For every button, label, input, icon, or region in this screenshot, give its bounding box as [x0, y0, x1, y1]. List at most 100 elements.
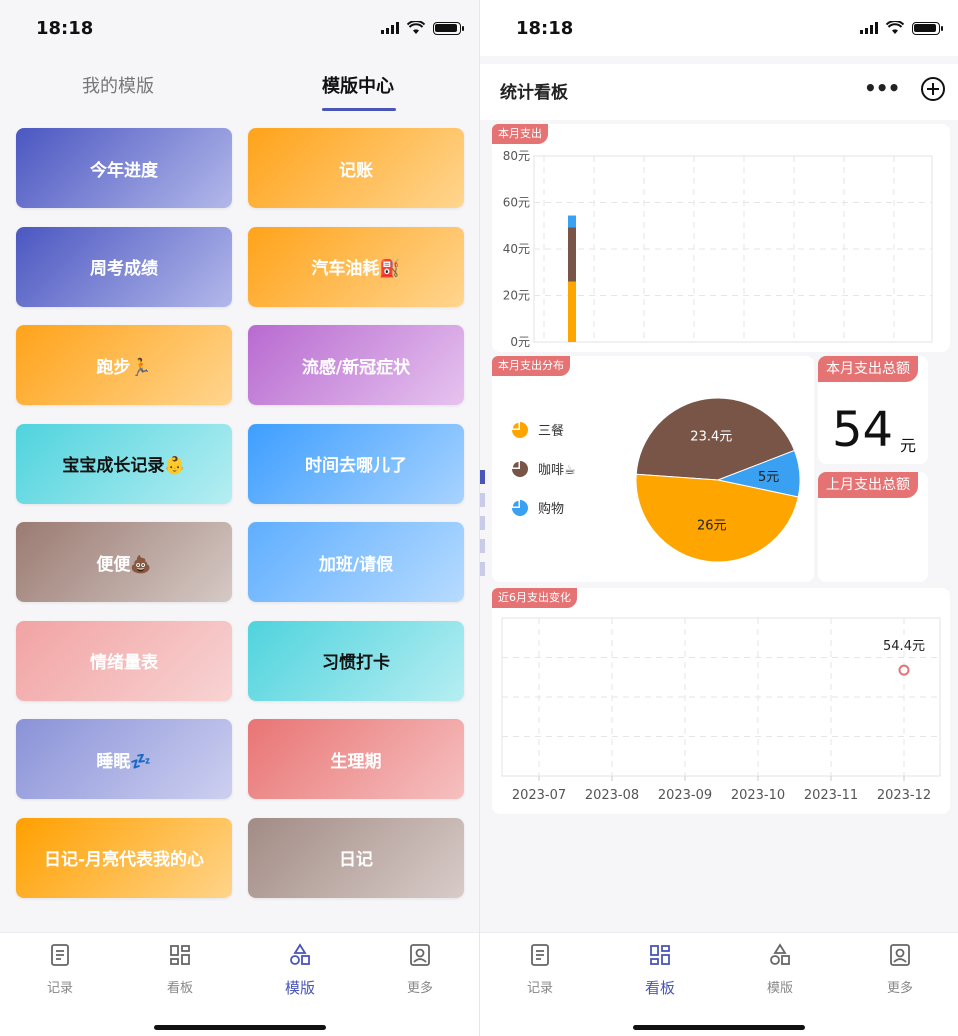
- template-card[interactable]: 加班/请假: [248, 522, 464, 602]
- shapes-icon: [770, 943, 790, 965]
- nav-template[interactable]: 模版: [260, 943, 340, 998]
- nav-board[interactable]: 看板: [620, 943, 700, 998]
- plot-frame: [501, 617, 941, 777]
- nav-template[interactable]: 模版: [740, 943, 820, 996]
- tab-my-templates[interactable]: 我的模版: [82, 72, 154, 98]
- distribution-pie-chart: 23.4元 5元 26元: [635, 397, 801, 563]
- template-tabs: 我的模版 模版中心: [0, 66, 479, 114]
- six-month-line-chart: 2023-07 2023-08 2023-09 2023-10 2023-11 2023-…: [501, 617, 941, 803]
- profile-icon: [410, 944, 430, 966]
- monthly-expense-tag: 本月支出: [492, 124, 548, 144]
- dashboard-screen: 18:18 统计看板 ••• 本月支出 0元 20元 40元 60元 80元 本月支出分…: [479, 0, 958, 1036]
- status-time-right: 18:18: [516, 18, 574, 39]
- monthly-expense-panel: 本月支出 0元 20元 40元 60元 80元: [492, 124, 950, 352]
- dashboard-icon: [650, 945, 670, 965]
- template-card[interactable]: 宝宝成长记录👶: [16, 423, 232, 504]
- template-screen: 18:18 我的模版 模版中心 今年进度 记账 周考成绩 汽车油耗⛽ 跑步🏃 流感/新冠症…: [0, 0, 479, 1036]
- status-bar-right: 18:18: [480, 0, 958, 56]
- record-icon: [51, 944, 69, 966]
- nav-record[interactable]: 记录: [500, 943, 580, 996]
- pie-slice-label: 26元: [697, 519, 727, 534]
- bar-segment: [568, 215, 576, 228]
- screenshot-root: 18:18 我的模版 模版中心 今年进度 记账 周考成绩 汽车油耗⛽ 跑步🏃 流感/新冠症…: [0, 0, 958, 1036]
- x-tick-label: 2023-09: [658, 788, 712, 803]
- nav-record[interactable]: 记录: [20, 943, 100, 996]
- nav-board-label: 看板: [644, 979, 675, 997]
- home-indicator: [633, 1025, 805, 1030]
- template-card[interactable]: 日记: [248, 817, 464, 898]
- bar-segment: [568, 227, 576, 282]
- x-tick-label: 2023-12: [877, 788, 931, 803]
- line-point: [898, 664, 910, 676]
- six-month-trend-panel: 近6月支出变化 2023-07 2023-08 2023-09 2023-10 2023…: [492, 588, 950, 814]
- x-tick-label: 2023-07: [512, 788, 566, 803]
- month-total-unit: 元: [900, 436, 917, 455]
- active-tab-indicator: [322, 108, 396, 111]
- x-tick-label: 2023-10: [731, 788, 785, 803]
- template-card[interactable]: 流感/新冠症状: [248, 325, 464, 405]
- template-card[interactable]: 睡眠💤: [16, 719, 232, 799]
- wifi-icon: [886, 21, 904, 34]
- y-tick-label: 80元: [503, 149, 530, 163]
- battery-icon: [912, 21, 943, 35]
- x-tick-label: 2023-11: [804, 788, 858, 803]
- nav-record-label: 记录: [46, 981, 73, 996]
- template-card[interactable]: 时间去哪儿了: [248, 423, 464, 504]
- nav-more-label: 更多: [406, 981, 433, 996]
- point-label: 54.4元: [883, 639, 925, 654]
- expense-distribution-panel: 本月支出分布 三餐 咖啡☕ 购物 23.4元 5元 26元: [492, 356, 814, 582]
- battery-icon: [433, 21, 464, 35]
- y-tick-label: 40元: [503, 242, 530, 256]
- dashboard-icon: [170, 945, 190, 965]
- x-tick-label: 2023-08: [585, 788, 639, 803]
- template-card[interactable]: 汽车油耗⛽: [248, 226, 464, 307]
- y-tick-label: 60元: [503, 196, 530, 210]
- record-icon: [531, 944, 549, 966]
- bottom-nav: 记录 看板 模版 更多: [0, 932, 479, 1036]
- template-card[interactable]: 记账: [248, 128, 464, 208]
- template-card[interactable]: 生理期: [248, 719, 464, 799]
- nav-record-label: 记录: [526, 981, 553, 996]
- template-card[interactable]: 周考成绩: [16, 226, 232, 307]
- page-title: 统计看板: [500, 83, 568, 103]
- status-icons: [381, 21, 464, 35]
- pie-slice-label: 5元: [758, 470, 779, 485]
- last-month-total-tag: 上月支出总额: [818, 472, 918, 498]
- page-scroll-indicator: [480, 470, 486, 585]
- month-total-value: 54: [832, 402, 894, 458]
- nav-board[interactable]: 看板: [140, 943, 220, 996]
- status-icons-right: [860, 21, 943, 35]
- monthly-bar-chart: 0元 20元 40元 60元 80元: [503, 149, 933, 349]
- nav-more[interactable]: 更多: [860, 943, 940, 996]
- nav-more-label: 更多: [886, 981, 913, 996]
- shapes-icon: [290, 943, 310, 965]
- template-card[interactable]: 今年进度: [16, 128, 232, 208]
- nav-board-label: 看板: [166, 981, 193, 996]
- add-circle-icon[interactable]: [920, 76, 946, 102]
- profile-icon: [890, 944, 910, 966]
- nav-template-label: 模版: [284, 979, 315, 997]
- template-card[interactable]: 情绪量表: [16, 620, 232, 701]
- signal-icon: [381, 22, 399, 34]
- dashboard-header: 统计看板 •••: [480, 64, 958, 120]
- more-button[interactable]: •••: [864, 76, 900, 100]
- pie-slice-label: 23.4元: [690, 429, 732, 444]
- home-indicator: [153, 1025, 326, 1030]
- month-total-tag: 本月支出总额: [818, 356, 918, 382]
- y-tick-label: 0元: [510, 335, 530, 349]
- bottom-nav-right: 记录 看板 模版 更多: [480, 932, 958, 1036]
- nav-more[interactable]: 更多: [380, 943, 460, 996]
- status-time: 18:18: [36, 18, 94, 39]
- wifi-icon: [407, 21, 425, 34]
- template-card[interactable]: 便便💩: [16, 522, 232, 602]
- nav-template-label: 模版: [766, 981, 793, 996]
- last-month-total-panel: 上月支出总额: [818, 472, 928, 582]
- template-card[interactable]: 跑步🏃: [16, 325, 232, 405]
- template-card[interactable]: 习惯打卡: [248, 620, 464, 701]
- status-bar: 18:18: [0, 0, 479, 56]
- template-card[interactable]: 日记-月亮代表我的心: [16, 817, 232, 898]
- tab-template-center[interactable]: 模版中心: [322, 72, 394, 98]
- trend-tag: 近6月支出变化: [492, 588, 577, 608]
- y-tick-label: 20元: [503, 289, 530, 303]
- month-total-panel: 本月支出总额 54 元: [818, 356, 928, 464]
